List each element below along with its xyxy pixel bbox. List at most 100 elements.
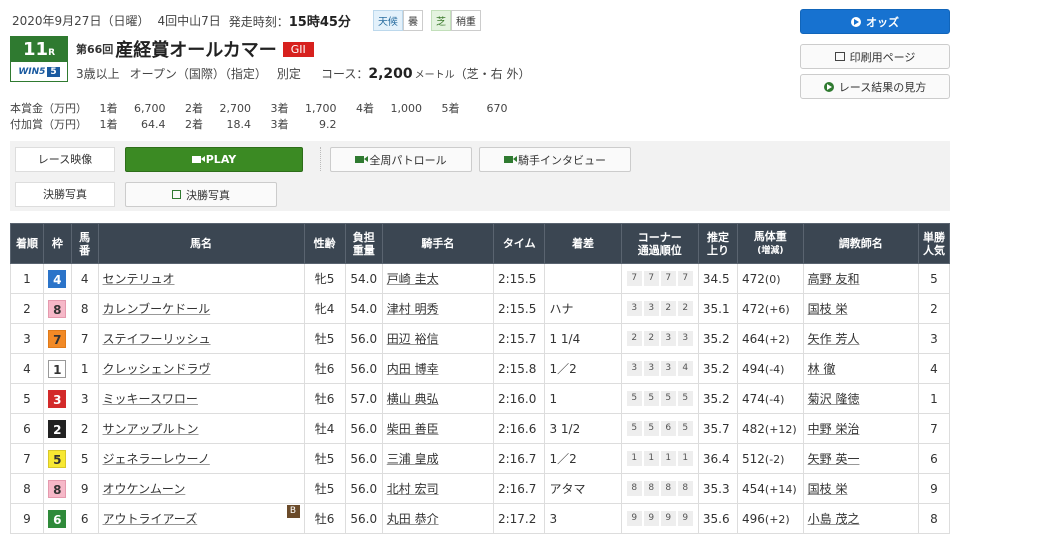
surface-label: 芝 [430, 10, 451, 31]
corner-positions: 7777 [620, 263, 699, 294]
horse-name-link[interactable]: ステイフーリッシュ [103, 332, 211, 346]
guide-button-label: レース結果の見方 [838, 80, 927, 94]
corner-position: 6 [660, 421, 676, 436]
race-time: 2:16.6 [492, 413, 546, 444]
jockey-link[interactable]: 三浦 皇成 [387, 452, 439, 466]
jockey-link[interactable]: 内田 博幸 [387, 362, 439, 376]
trainer-cell: 矢野 英一 [802, 443, 919, 474]
corner-position: 9 [626, 511, 642, 526]
waku-badge: 6 [48, 509, 67, 528]
horse-name-link[interactable]: センテリュオ [103, 272, 175, 286]
jockey-link[interactable]: 横山 典弘 [387, 392, 439, 406]
prize-extra-row: 付加賞（万円） 1着 64.4 2着 18.4 3着 9.2 [10, 116, 353, 132]
body-weight: 474 [742, 391, 765, 406]
horse-name-link[interactable]: オウケンムーン [103, 482, 186, 496]
race-time: 2:15.5 [492, 293, 546, 324]
media-panel: レース映像 PLAY 全周パトロール 騎手インタビュー 決勝写真 決勝写真 [10, 141, 950, 211]
results-guide-button[interactable]: レース結果の見方 [800, 74, 950, 99]
jockey-link[interactable]: 戸崎 圭太 [387, 272, 439, 286]
race-time: 2:16.7 [492, 443, 546, 474]
weather-label: 天候 [372, 10, 403, 31]
results-table: 着順 枠 馬番 馬名 性齢 負担 重量 騎手名 タイム 着差 コーナー 通過順位 推… [10, 223, 951, 534]
last-3f: 35.1 [697, 293, 739, 324]
jockey-cell: 横山 典弘 [381, 383, 494, 414]
trainer-link[interactable]: 国枝 栄 [808, 482, 848, 496]
win-popularity: 1 [917, 383, 951, 414]
waku-badge: 8 [48, 299, 67, 318]
trainer-link[interactable]: 国枝 栄 [808, 302, 848, 316]
corner-positions: 2233 [620, 323, 699, 354]
jockey-cell: 津村 明秀 [381, 293, 494, 324]
jockey-link[interactable]: 丸田 恭介 [387, 512, 439, 526]
body-weight-diff: (-2) [764, 452, 785, 466]
play-button[interactable]: PLAY [125, 147, 303, 172]
corner-position: 4 [677, 361, 693, 376]
sex-age: 牡6 [303, 383, 346, 414]
corner-position: 3 [660, 331, 676, 346]
trainer-link[interactable]: 高野 友和 [808, 272, 860, 286]
race-time: 2:15.7 [492, 323, 546, 354]
col-header-corner: コーナー 通過順位 [620, 223, 699, 264]
waku-badge: 1 [48, 359, 67, 378]
print-page-button[interactable]: 印刷用ページ [800, 44, 950, 69]
body-weight-diff: (+6) [764, 302, 790, 316]
patrol-video-button[interactable]: 全周パトロール [330, 147, 472, 172]
corner-position: 9 [643, 511, 659, 526]
body-weight-cell: 454(+14) [737, 473, 804, 504]
corner-position: 2 [677, 301, 693, 316]
last-3f: 35.7 [697, 413, 739, 444]
jockey-link[interactable]: 柴田 善臣 [387, 422, 439, 436]
race-title: 第66回 産経賞オールカマー GII [76, 36, 314, 62]
waku-cell: 4 [42, 263, 72, 294]
win-popularity: 5 [917, 263, 951, 294]
table-header-row: 着順 枠 馬番 馬名 性齢 負担 重量 騎手名 タイム 着差 コーナー 通過順位 推… [10, 223, 951, 264]
trainer-link[interactable]: 中野 栄治 [808, 422, 860, 436]
weather-value: 曇 [402, 10, 423, 31]
print-icon [834, 52, 845, 61]
corner-position: 3 [626, 301, 642, 316]
carried-weight: 56.0 [344, 443, 383, 474]
carried-weight: 56.0 [344, 503, 383, 534]
corner-positions: 3322 [620, 293, 699, 324]
horse-name-cell: クレッシェンドラヴ [97, 353, 305, 384]
horse-name-link[interactable]: ミッキースワロー [103, 392, 198, 406]
horse-name-link[interactable]: ジェネラーレウーノ [103, 452, 210, 466]
margin: 1 1/4 [544, 323, 622, 354]
trainer-link[interactable]: 林 徹 [808, 362, 836, 376]
col-header-horse: 馬名 [97, 223, 305, 264]
corner-position: 3 [626, 361, 642, 376]
body-weight-diff: (-4) [764, 392, 785, 406]
photo-finish-button[interactable]: 決勝写真 [125, 182, 277, 207]
win-popularity: 7 [917, 413, 951, 444]
trainer-link[interactable]: 矢作 芳人 [808, 332, 860, 346]
trainer-link[interactable]: 菊沢 隆徳 [808, 392, 860, 406]
trainer-link[interactable]: 小島 茂之 [808, 512, 860, 526]
body-weight-cell: 472(+6) [737, 293, 804, 324]
col-header-position: 着順 [10, 223, 44, 264]
horse-number: 5 [70, 443, 99, 474]
jockey-link[interactable]: 北村 宏司 [387, 482, 439, 496]
horse-name-link[interactable]: アウトライアーズ [103, 512, 198, 526]
carried-weight: 56.0 [344, 473, 383, 504]
jockey-cell: 内田 博幸 [381, 353, 494, 384]
prize-main-label: 本賞金（万円） [10, 102, 87, 115]
horse-name-cell: センテリュオ [97, 263, 305, 294]
race-name: 産経賞オールカマー [115, 40, 277, 61]
trainer-link[interactable]: 矢野 英一 [808, 452, 860, 466]
jockey-link[interactable]: 津村 明秀 [387, 302, 439, 316]
race-time: 2:15.8 [492, 353, 546, 384]
horse-name-link[interactable]: サンアップルトン [103, 422, 199, 436]
body-weight-cell: 482(+12) [737, 413, 804, 444]
corner-position: 3 [660, 361, 676, 376]
col-header-weight: 負担 重量 [344, 223, 383, 264]
horse-name-link[interactable]: クレッシェンドラヴ [103, 362, 211, 376]
corner-position: 3 [677, 331, 693, 346]
horse-name-link[interactable]: カレンブーケドール [103, 302, 211, 316]
odds-button[interactable]: オッズ [800, 9, 950, 34]
corner-position: 5 [677, 391, 693, 406]
jockey-interview-button[interactable]: 騎手インタビュー [479, 147, 631, 172]
jockey-link[interactable]: 田辺 裕信 [387, 332, 439, 346]
prize-amount: 1,700 [305, 102, 337, 115]
last-3f: 34.5 [697, 263, 739, 294]
waku-cell: 8 [42, 293, 72, 324]
